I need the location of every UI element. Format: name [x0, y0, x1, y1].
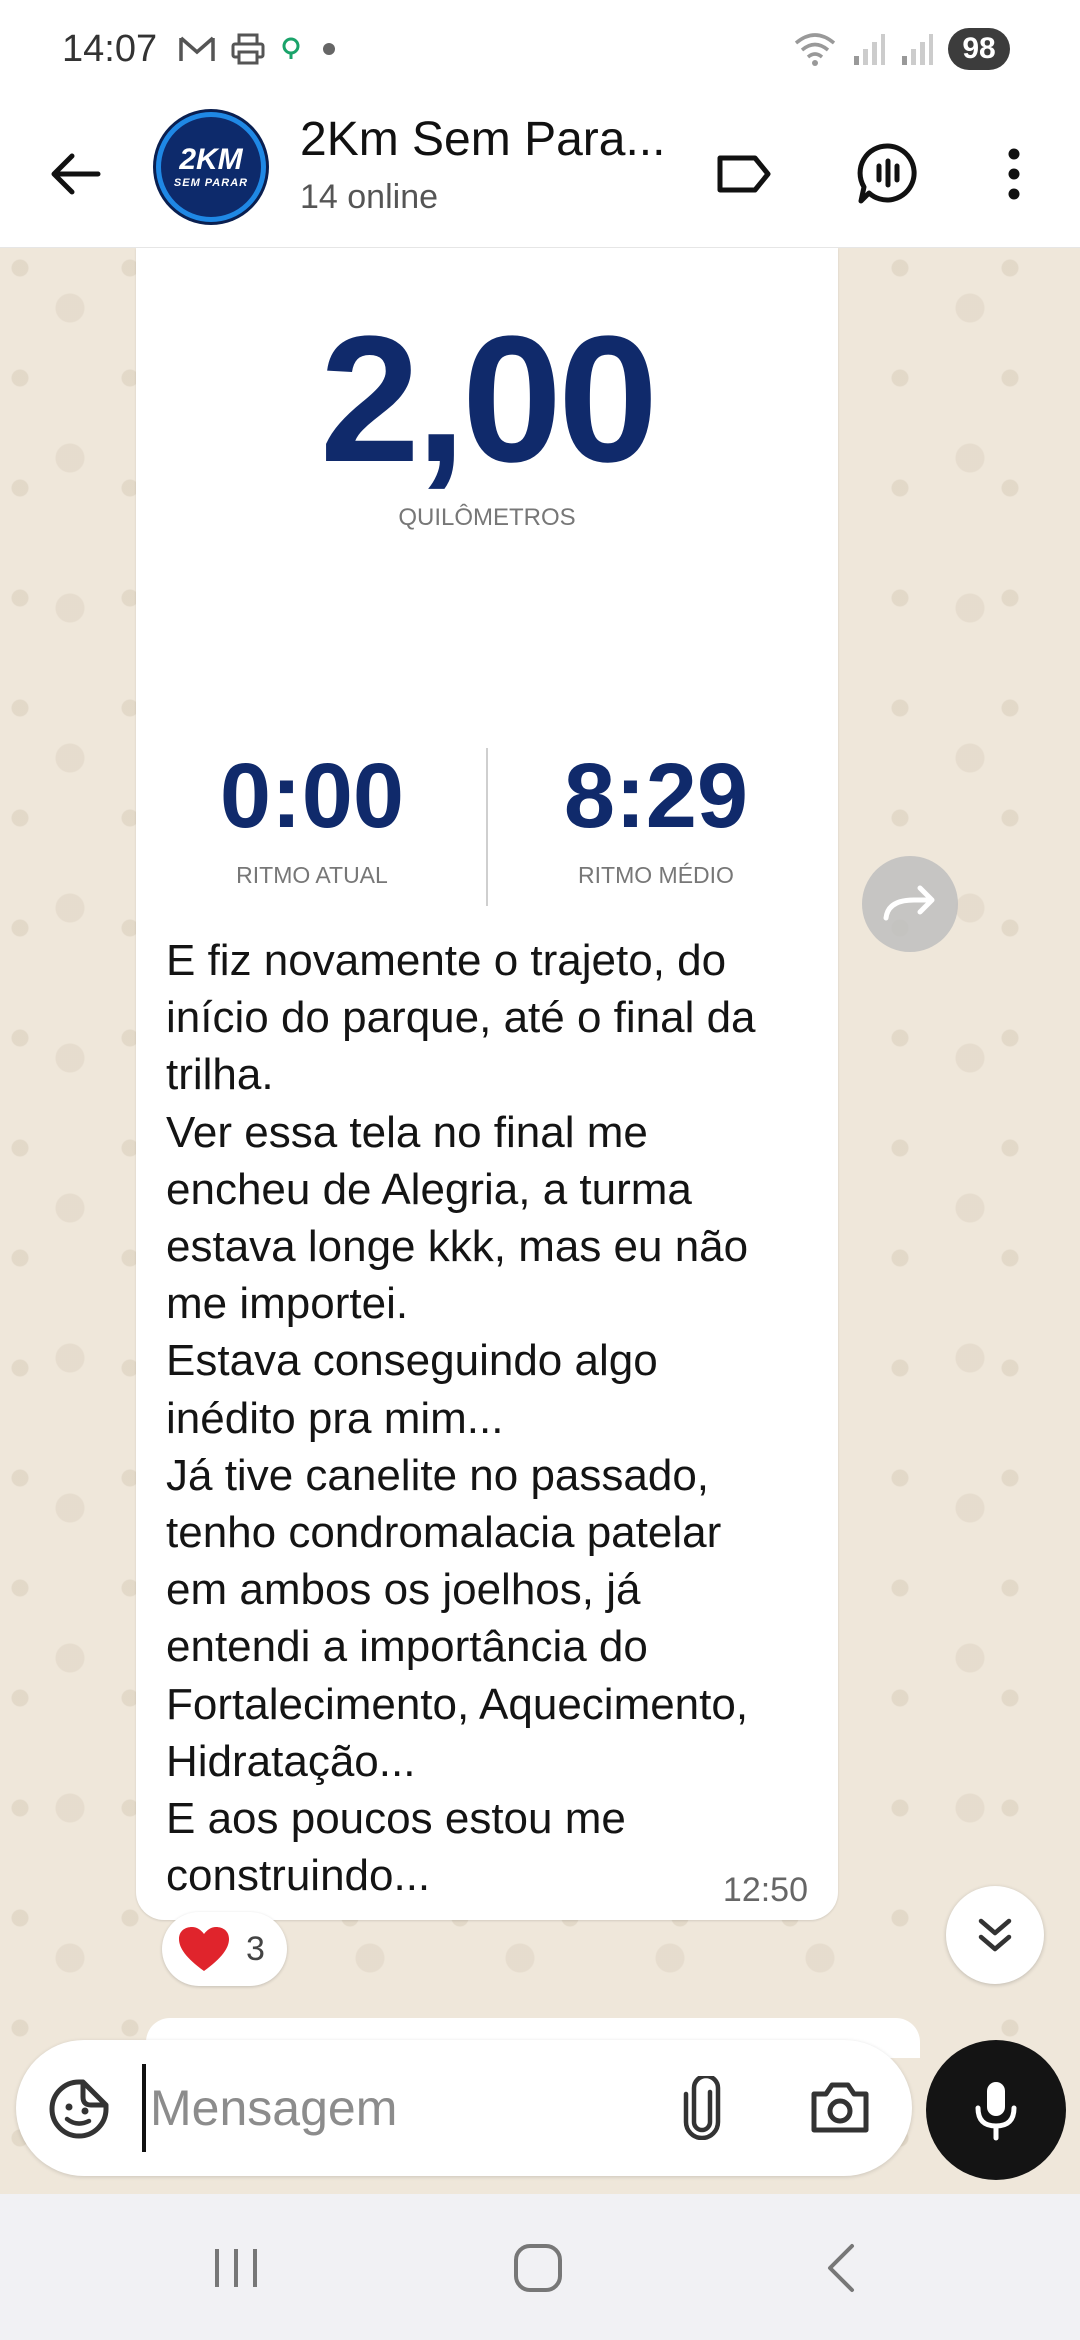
- print-icon: [231, 33, 265, 65]
- current-pace-value: 0:00: [219, 745, 405, 847]
- dot-icon: [323, 43, 335, 55]
- message-text: E fiz novamente o trajeto, do início do …: [166, 936, 756, 1901]
- status-left-icons: [178, 32, 342, 66]
- chat-title[interactable]: 2Km Sem Para...: [300, 112, 665, 167]
- back-button[interactable]: [38, 138, 110, 210]
- camera-button[interactable]: [802, 2070, 878, 2146]
- avg-pace-label: RITMO MÉDIO: [578, 862, 734, 888]
- reaction-badge[interactable]: 3: [162, 1912, 287, 1986]
- gmail-icon: [179, 36, 215, 61]
- more-options-button[interactable]: [974, 134, 1054, 214]
- forward-button[interactable]: [862, 856, 958, 952]
- avatar-text: 2KM: [179, 143, 243, 176]
- recents-button[interactable]: [196, 2228, 276, 2308]
- message-bubble[interactable]: 2,00 QUILÔMETROS 0:00 RITMO ATUAL 8:29 R…: [136, 248, 838, 1920]
- camera-icon: [811, 2082, 869, 2133]
- running-stats-image[interactable]: 2,00 QUILÔMETROS 0:00 RITMO ATUAL 8:29 R…: [136, 248, 838, 928]
- distance-label: QUILÔMETROS: [398, 504, 576, 531]
- voice-chat-button[interactable]: [848, 134, 928, 214]
- chat-subtitle: 14 online: [300, 178, 439, 216]
- sticker-icon: [49, 2079, 109, 2139]
- wifi-icon: [794, 33, 836, 66]
- status-time: 14:07: [62, 28, 158, 70]
- chat-header: 2KM SEM PARAR 2Km Sem Para... 14 online: [0, 100, 1080, 248]
- nav-back-icon: [828, 2244, 854, 2292]
- message-input[interactable]: [142, 2064, 662, 2152]
- voice-record-button[interactable]: [926, 2040, 1066, 2180]
- message-time: 12:50: [722, 1871, 808, 1909]
- avg-pace-value: 8:29: [563, 745, 749, 847]
- status-bar: 14:07 98: [0, 0, 1080, 100]
- chat-area[interactable]: 2,00 QUILÔMETROS 0:00 RITMO ATUAL 8:29 R…: [0, 248, 1080, 2194]
- recents-icon: [215, 2249, 257, 2287]
- avatar-subtext: SEM PARAR: [173, 177, 249, 189]
- status-right: 98: [792, 28, 1010, 70]
- label-icon: [717, 155, 771, 193]
- heart-icon: [176, 1924, 232, 1974]
- signal-icon: [902, 34, 933, 65]
- forward-icon: [883, 885, 935, 921]
- home-button[interactable]: [498, 2228, 578, 2308]
- current-pace-label: RITMO ATUAL: [236, 862, 388, 888]
- battery-level: 98: [948, 28, 1010, 70]
- more-vert-icon: [1008, 148, 1020, 200]
- home-icon: [514, 2244, 562, 2292]
- signal-icon: [854, 34, 885, 65]
- sticker-button[interactable]: [44, 2074, 114, 2144]
- message-composer: [16, 2040, 912, 2176]
- microphone-icon: [975, 2082, 1017, 2141]
- double-chevron-down-icon: [978, 1918, 1012, 1952]
- attach-button[interactable]: [664, 2070, 740, 2146]
- paperclip-icon: [683, 2076, 721, 2140]
- distance-value: 2,00: [319, 299, 658, 500]
- label-button[interactable]: [704, 134, 784, 214]
- scroll-to-bottom-button[interactable]: [946, 1886, 1044, 1984]
- location-icon: [282, 37, 300, 59]
- reaction-count: 3: [246, 1929, 265, 1968]
- nav-back-button[interactable]: [800, 2228, 880, 2308]
- navigation-bar: [0, 2194, 1080, 2340]
- voice-chat-icon: [857, 143, 917, 204]
- group-avatar[interactable]: 2KM SEM PARAR: [156, 112, 266, 222]
- back-arrow-icon: [51, 153, 101, 195]
